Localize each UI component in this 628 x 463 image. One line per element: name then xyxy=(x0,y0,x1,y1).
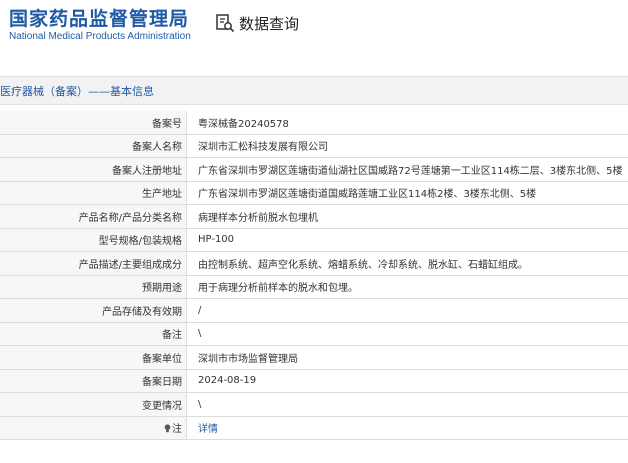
row-value: 由控制系统、超声空化系统、熔蜡系统、冷却系统、脱水缸、石蜡缸组成。 xyxy=(186,251,628,276)
table-row: 注 详情 xyxy=(0,416,628,440)
row-value: HP-100 xyxy=(186,228,628,252)
table-row: 产品描述/主要组成成分 由控制系统、超声空化系统、熔蜡系统、冷却系统、脱水缸、石… xyxy=(0,251,628,276)
row-value: \ xyxy=(186,392,628,417)
row-value: 深圳市汇松科技发展有限公司 xyxy=(186,134,628,158)
row-label: 变更情况 xyxy=(0,392,187,417)
row-value: 详情 xyxy=(186,416,628,440)
details-link[interactable]: 详情 xyxy=(198,424,218,435)
row-label: 备案号 xyxy=(0,111,187,135)
row-label: 产品描述/主要组成成分 xyxy=(0,251,187,276)
table-row: 备案单位 深圳市市场监督管理局 xyxy=(0,345,628,370)
row-label: 备案日期 xyxy=(0,369,187,393)
data-query-link[interactable]: 数据查询 xyxy=(215,12,299,34)
detail-table: 备案号 粤深械备20240578 备案人名称 深圳市汇松科技发展有限公司 备案人… xyxy=(0,111,628,440)
row-value: 广东省深圳市罗湖区莲塘街道国威路莲塘工业区114栋2楼、3楼东北侧、5楼 xyxy=(186,181,628,205)
table-row: 备案人名称 深圳市汇松科技发展有限公司 xyxy=(0,134,628,158)
row-value: 粤深械备20240578 xyxy=(186,111,628,135)
table-row: 产品存储及有效期 / xyxy=(0,298,628,323)
row-label: 产品名称/产品分类名称 xyxy=(0,204,187,229)
row-label-note: 注 xyxy=(0,416,187,440)
row-label: 产品存储及有效期 xyxy=(0,298,187,323)
site-title: 国家药品监督管理局 xyxy=(9,8,190,30)
data-query-label: 数据查询 xyxy=(239,14,300,33)
row-label: 型号规格/包装规格 xyxy=(0,228,187,252)
row-label: 备案人名称 xyxy=(0,134,187,158)
row-value: \ xyxy=(186,322,628,346)
row-value: 2024-08-19 xyxy=(186,369,628,393)
row-label: 预期用途 xyxy=(0,275,187,299)
row-value: 用于病理分析前样本的脱水和包埋。 xyxy=(186,275,628,299)
row-label: 备案人注册地址 xyxy=(0,157,187,182)
row-value: 广东省深圳市罗湖区莲塘街道仙湖社区国威路72号莲塘第一工业区114栋二层、3楼东… xyxy=(186,157,628,182)
table-row: 型号规格/包装规格 HP-100 xyxy=(0,228,628,252)
row-value: 深圳市市场监督管理局 xyxy=(186,345,628,370)
table-row: 备案日期 2024-08-19 xyxy=(0,369,628,393)
table-row: 备注 \ xyxy=(0,322,628,346)
table-row: 预期用途 用于病理分析前样本的脱水和包埋。 xyxy=(0,275,628,299)
row-value: 病理样本分析前脱水包埋机 xyxy=(186,204,628,229)
table-row: 产品名称/产品分类名称 病理样本分析前脱水包埋机 xyxy=(0,204,628,229)
lightbulb-icon xyxy=(164,424,171,433)
row-label: 生产地址 xyxy=(0,181,187,205)
site-header: 国家药品监督管理局 National Medical Products Admi… xyxy=(0,0,628,62)
table-row: 变更情况 \ xyxy=(0,392,628,417)
table-row: 生产地址 广东省深圳市罗湖区莲塘街道国威路莲塘工业区114栋2楼、3楼东北侧、5… xyxy=(0,181,628,205)
table-row: 备案人注册地址 广东省深圳市罗湖区莲塘街道仙湖社区国威路72号莲塘第一工业区11… xyxy=(0,157,628,182)
row-value: / xyxy=(186,298,628,323)
section-titlebar: 医疗器械（备案）——基本信息 xyxy=(0,76,628,105)
row-label: 备案单位 xyxy=(0,345,187,370)
section-title: 医疗器械（备案）——基本信息 xyxy=(0,85,154,98)
table-row: 备案号 粤深械备20240578 xyxy=(0,111,628,135)
row-label: 备注 xyxy=(0,322,187,346)
document-search-icon xyxy=(216,14,235,33)
row-label-text: 注 xyxy=(172,424,182,436)
site-title-en: National Medical Products Administration xyxy=(9,31,191,42)
